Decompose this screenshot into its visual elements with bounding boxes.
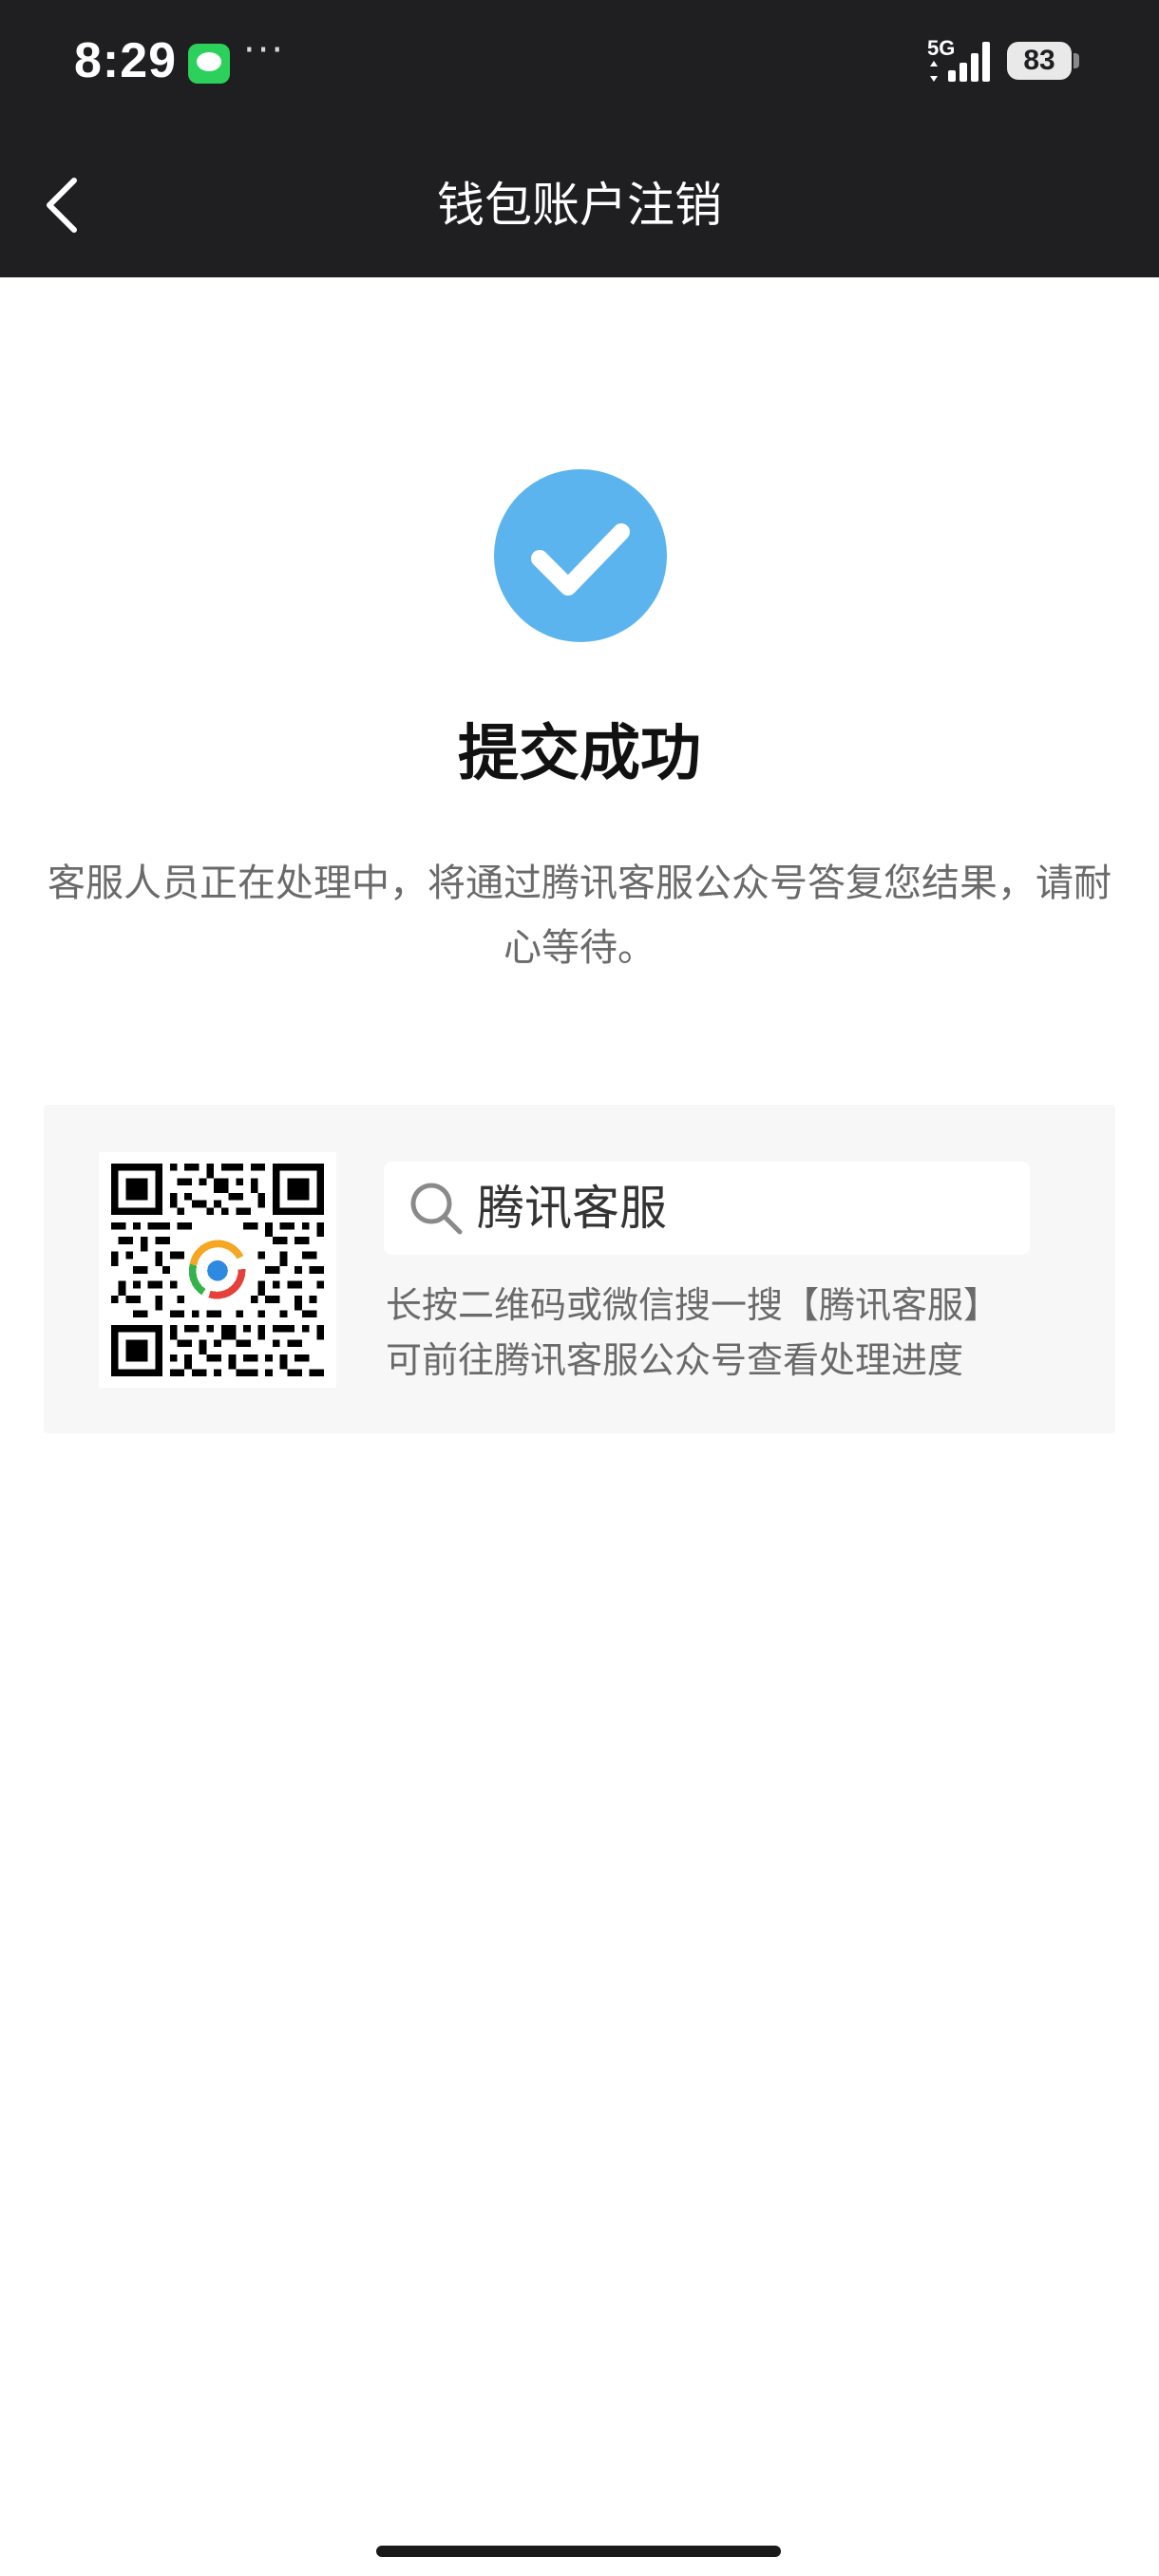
check-circle-icon	[494, 469, 667, 642]
status-time: 8:29	[74, 33, 178, 88]
page-title: 钱包账户注销	[437, 178, 722, 233]
back-button[interactable]	[28, 167, 104, 243]
service-search-box[interactable]: 腾讯客服	[384, 1162, 1030, 1255]
search-text: 腾讯客服	[477, 1181, 667, 1236]
battery-cap	[1074, 53, 1079, 68]
message-icon	[188, 44, 230, 84]
chevron-left-icon	[47, 178, 77, 233]
hint-line-1: 长按二维码或微信搜一搜【腾讯客服】	[386, 1284, 1000, 1326]
card-hint: 长按二维码或微信搜一搜【腾讯客服】 可前往腾讯客服公众号查看处理进度	[386, 1278, 1089, 1388]
data-arrows-icon	[930, 61, 938, 82]
result-description: 客服人员正在处理中，将通过腾讯客服公众号答复您结果，请耐心等待。	[48, 862, 1112, 970]
nav-bar: 钱包账户注销	[0, 133, 1159, 277]
success-title: 提交成功	[458, 719, 701, 789]
battery-icon: 83	[1007, 42, 1072, 80]
qr-code[interactable]	[99, 1152, 336, 1388]
hint-line-2: 可前往腾讯客服公众号查看处理进度	[386, 1339, 964, 1381]
service-card: 腾讯客服 长按二维码或微信搜一搜【腾讯客服】 可前往腾讯客服公众号查看处理进度	[44, 1105, 1115, 1433]
signal-icon	[948, 42, 992, 82]
home-indicator[interactable]	[376, 2546, 781, 2557]
battery-level: 83	[1023, 45, 1055, 76]
qr-code-icon	[111, 1164, 324, 1376]
status-more-indicator: ···	[243, 28, 286, 72]
search-icon	[410, 1183, 463, 1235]
status-bar: 8:29 ··· 5G 83	[0, 0, 1159, 133]
